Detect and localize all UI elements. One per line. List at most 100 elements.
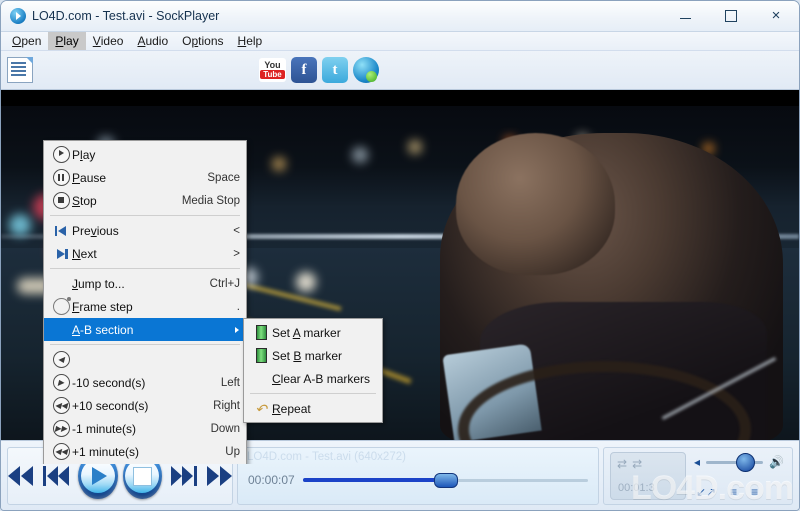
loop-controls-group: ⇄ ⇄ 00:01:3 [610,452,686,500]
seek-back-icon: ◀ [50,351,72,368]
speaker-low-icon[interactable]: ◂ [694,456,700,468]
menu-item-plus-1-minute[interactable]: ▶▶ -1 minute(s) Down [44,417,246,440]
repeat-icon[interactable]: ⇄ [632,457,642,471]
menu-item-plus-10-seconds-label: -10 second(s) [72,375,146,390]
ab-section-submenu: Set A marker Set B marker Clear A-B mark… [243,318,383,423]
menu-item-minus-10-minutes-label: +1 minute(s) [72,444,140,459]
app-play-circle-icon [10,8,26,24]
current-time: 00:00:07 [248,473,295,487]
volume-handle[interactable] [735,452,755,472]
menu-options[interactable]: Op tions [175,32,230,50]
fast-forward-button[interactable] [202,466,232,486]
menu-play[interactable]: Play [48,32,86,50]
equalizer-icon[interactable]: ≡ [751,485,758,499]
submenu-item-set-b-marker-label: Set B marker [272,348,343,363]
menu-item-stop-label: Stop [72,193,97,208]
youtube-label-top: You [264,60,281,70]
menu-item-minus-1-minute[interactable]: ◀◀ +10 second(s) Right [44,394,246,417]
shuffle-icon[interactable]: ⇄ [617,457,627,471]
maximize-button[interactable] [708,1,753,30]
menu-item-plus-10-seconds[interactable]: ▶ -10 second(s) Left [44,371,246,394]
close-button[interactable]: × [753,1,799,30]
facebook-icon[interactable]: f [291,57,317,83]
menu-options-rest: tions [198,34,224,48]
volume-slider[interactable] [706,452,764,472]
menu-item-previous[interactable]: Previous < [44,219,246,242]
menu-item-plus-1-minute-label: -1 minute(s) [72,421,137,436]
speaker-high-icon[interactable]: 🔊 [769,456,784,468]
bokeh-light [296,271,317,292]
menu-help-rest: elp [246,34,263,48]
bokeh-light [8,214,31,237]
stop-icon [50,192,72,209]
seek-handle[interactable] [433,472,458,488]
twitter-icon[interactable]: t [322,57,348,83]
seek-slider[interactable] [302,472,588,488]
next-button[interactable] [167,466,197,486]
youtube-icon[interactable]: You Tube [259,58,286,82]
menu-item-ab-section-label: A-B section [72,322,134,337]
next-icon [50,248,72,260]
playlist-icon[interactable]: ≡ [730,485,737,499]
menu-open-rest: pen [21,34,42,48]
menu-item-stop-shortcut: Media Stop [181,194,240,207]
driver-head [455,133,616,275]
menu-bar: Open Play Video Audio Op tions Help [1,32,799,51]
menu-item-stop[interactable]: Stop Media Stop [44,189,246,212]
bokeh-light [272,156,287,171]
repeat-icon: ↶ [255,400,267,417]
menu-item-next[interactable]: Next > [44,242,246,265]
title-bar: LO4D.com - Test.avi - SockPlayer × [1,1,799,32]
menu-item-pause[interactable]: Pause Space [44,166,246,189]
menu-item-frame-step[interactable]: Frame step . [44,295,246,318]
menu-item-jump-to-label: Jump to... [72,276,125,291]
frame-step-icon [50,297,72,315]
fullscreen-icon[interactable]: ↙↗ [696,485,716,499]
browser-globe-icon[interactable] [353,57,379,83]
menu-item-plus-10-minutes[interactable]: ▶▶ -10 minute(s) PgDown [44,463,246,464]
submenu-item-set-b-marker[interactable]: Set B marker [244,344,382,367]
seek-back-icon: ◀◀ [50,443,72,460]
previous-button[interactable] [43,466,73,486]
menu-open[interactable]: Open [5,32,48,50]
menu-item-ab-section[interactable]: A-B section [44,318,246,341]
menu-item-previous-label: Previous [72,223,119,238]
volume-control: ◂ 🔊 [694,452,784,472]
seek-back-icon: ◀◀ [50,397,72,414]
menu-video[interactable]: Video [86,32,131,50]
menu-item-pause-label: Pause [72,170,107,185]
document-icon[interactable] [7,57,33,83]
menu-item-jump-to-shortcut: Ctrl+J [209,277,240,290]
submenu-item-repeat[interactable]: ↶ Repeat [244,397,382,420]
menu-item-play-label: Play [72,147,96,162]
minimize-button[interactable] [663,1,708,30]
menu-video-rest: ideo [100,34,124,48]
menu-help[interactable]: Help [231,32,270,50]
seek-fill [302,478,440,482]
close-icon: × [771,7,781,24]
menu-item-minus-10-minutes[interactable]: ◀◀ +1 minute(s) Up [44,440,246,463]
menu-item-frame-step-shortcut: . [236,300,240,313]
menu-item-plus-1-minute-shortcut: Down [210,422,240,435]
remaining-time: 00:01:3 [618,482,655,494]
play-icon [50,146,72,163]
menu-separator [50,344,240,345]
bokeh-light [407,139,422,154]
menu-item-previous-shortcut: < [233,224,240,237]
video-display[interactable]: Play Pause Space Stop Media Stop Previou… [1,90,799,464]
menu-item-frame-step-label: Frame step [72,299,133,314]
social-links: You Tube f t [259,57,379,83]
play-dropdown-menu: Play Pause Space Stop Media Stop Previou… [43,140,247,464]
window-controls: × [663,1,799,30]
submenu-item-set-a-marker[interactable]: Set A marker [244,321,382,344]
menu-item-minus-10-seconds[interactable]: ◀ [44,348,246,371]
menu-item-jump-to[interactable]: Jump to... Ctrl+J [44,272,246,295]
menu-item-play[interactable]: Play [44,143,246,166]
menu-audio[interactable]: Audio [130,32,175,50]
rewind-button[interactable] [8,466,38,486]
menu-item-next-shortcut: > [233,247,240,260]
submenu-item-repeat-label: Repeat [272,401,311,416]
submenu-item-clear-ab-markers[interactable]: Clear A-B markers [244,367,382,390]
menu-item-plus-10-seconds-shortcut: Left [220,376,240,389]
menu-item-minus-10-minutes-shortcut: Up [225,445,240,458]
